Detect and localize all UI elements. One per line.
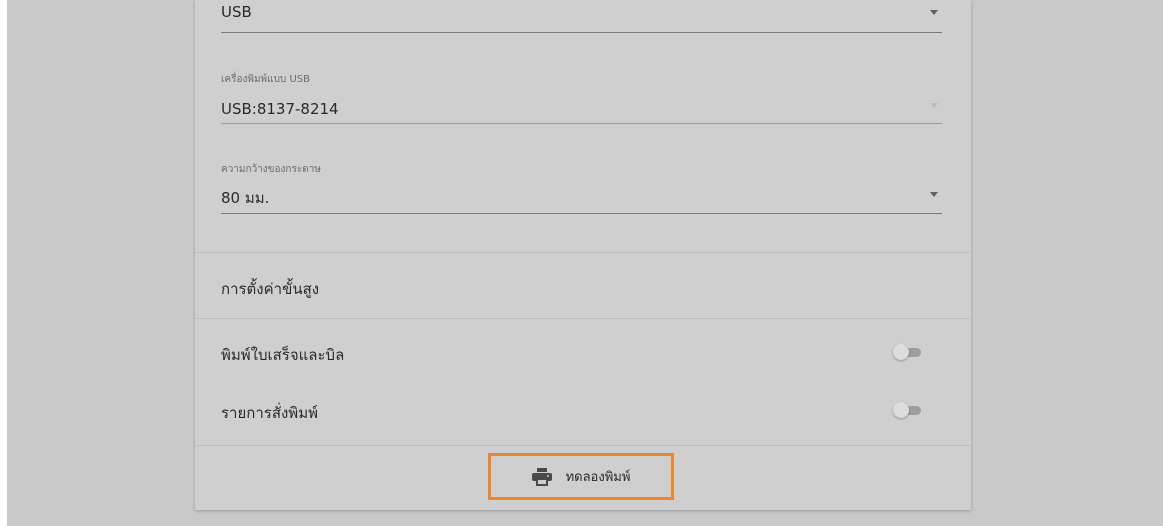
usb-printer-label: เครื่องพิมพ์แบบ USB: [221, 74, 310, 85]
connection-type-select[interactable]: USB: [221, 0, 942, 34]
usb-printer-value: USB:8137-8214: [221, 100, 339, 118]
chevron-down-icon: [930, 192, 938, 197]
chevron-down-icon: [930, 103, 938, 108]
section-divider: [195, 252, 971, 253]
receipt-toggle-label: พิมพ์ใบเสร็จและบิล: [221, 346, 345, 364]
toggle-thumb: [893, 344, 909, 360]
advanced-settings-link[interactable]: การตั้งค่าขั้นสูง: [221, 277, 319, 301]
section-divider: [195, 445, 971, 446]
chevron-down-icon: [930, 10, 938, 15]
section-divider: [195, 318, 971, 319]
printer-icon: [531, 467, 552, 486]
paper-width-label: ความกว้างของกระดาษ: [221, 164, 321, 175]
field-underline: [221, 32, 942, 33]
order-list-toggle-label: รายการสั่งพิมพ์: [221, 404, 318, 422]
test-print-label: ทดลองพิมพ์: [565, 470, 631, 485]
usb-printer-select[interactable]: เครื่องพิมพ์แบบ USB USB:8137-8214: [221, 70, 942, 126]
toggle-thumb: [893, 402, 909, 418]
field-underline: [221, 123, 942, 124]
connection-type-value: USB: [221, 3, 252, 21]
paper-width-select[interactable]: ความกว้างของกระดาษ 80 มม.: [221, 160, 942, 216]
printer-settings-card: USB เครื่องพิมพ์แบบ USB USB:8137-8214 คว…: [195, 0, 971, 510]
receipt-toggle-switch[interactable]: [893, 342, 923, 362]
field-underline: [221, 213, 942, 214]
paper-width-value: 80 มม.: [221, 189, 270, 207]
test-print-button[interactable]: ทดลองพิมพ์: [488, 453, 674, 500]
order-list-toggle-switch[interactable]: [893, 400, 923, 420]
